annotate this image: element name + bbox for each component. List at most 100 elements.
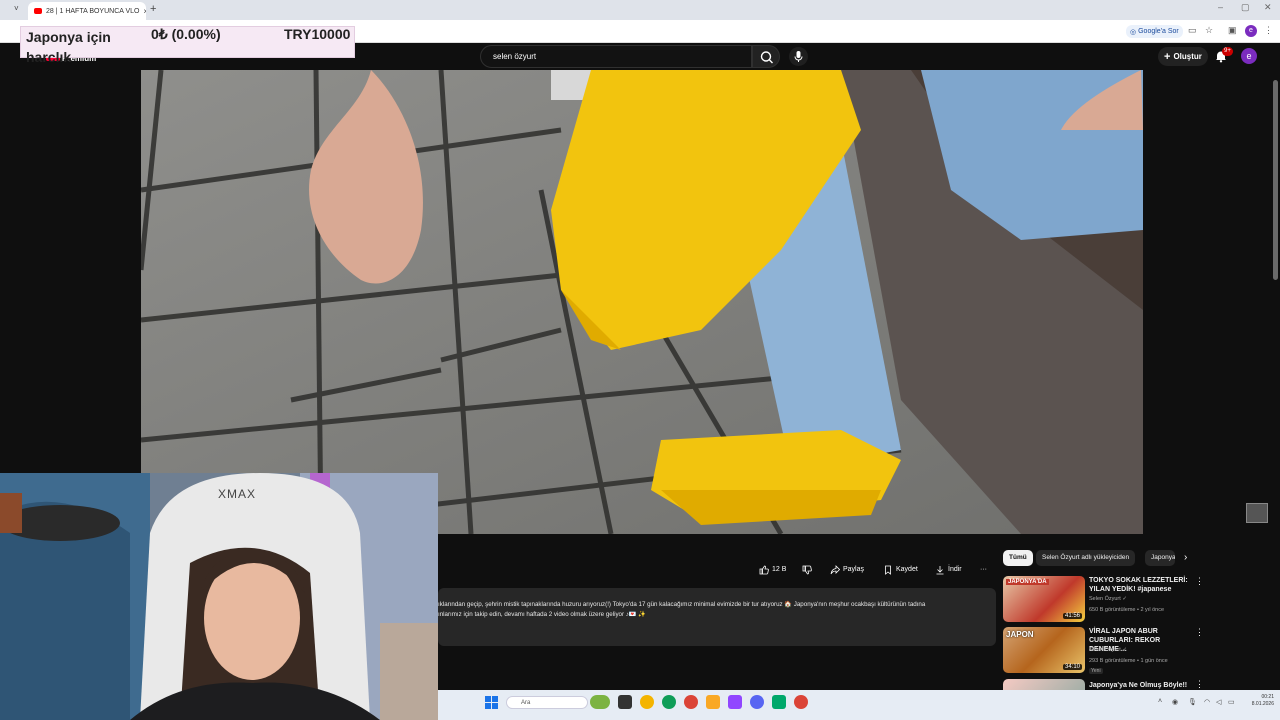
voice-search-button[interactable] — [789, 47, 808, 66]
twitch-icon[interactable] — [728, 695, 742, 709]
browser-tab[interactable]: 28 | 1 HAFTA BOYUNCA VLO × — [28, 2, 146, 20]
thumbs-up-icon — [759, 565, 769, 574]
browser-menu-icon[interactable]: ⋮ — [1264, 25, 1273, 36]
video-meta: 650 B görüntüleme • 2 yıl önce — [1089, 607, 1164, 613]
google-lens-button[interactable]: ◎ Google'a Sor — [1126, 25, 1183, 38]
chip-uploader[interactable]: Selen Özyurt adlı yükleyiciden — [1036, 550, 1136, 566]
extensions-icon[interactable]: ▣ — [1228, 25, 1237, 36]
ticker-change: 0₺ (0.00%) — [151, 26, 221, 42]
search-input[interactable] — [480, 45, 752, 68]
like-button[interactable]: 12 B — [759, 562, 786, 577]
tab-search-dropdown[interactable]: ˅ — [14, 4, 19, 13]
description-line: ıklarından geçip, şehrin mistik tapınakl… — [438, 601, 926, 608]
edge-icon[interactable] — [662, 695, 676, 709]
bookmark-star-icon[interactable]: ☆ — [1205, 25, 1213, 36]
discord-icon[interactable] — [750, 695, 764, 709]
create-button[interactable]: + Oluştur — [1158, 47, 1208, 66]
chip-all[interactable]: Tümü — [1003, 550, 1033, 566]
thumbs-down-icon — [802, 565, 812, 574]
video-description[interactable]: ıklarından geçip, şehrin mistik tapınakl… — [438, 588, 996, 646]
lens-label: Google'a Sor — [1138, 28, 1179, 35]
like-count: 12 B — [772, 566, 787, 573]
chips-next-arrow-icon[interactable]: › — [1184, 552, 1187, 563]
video-frame — [141, 70, 1143, 534]
youtube-favicon-icon — [34, 8, 42, 14]
search-button[interactable] — [752, 45, 780, 68]
minimize-button[interactable]: – — [1218, 2, 1223, 12]
file-explorer-icon[interactable] — [706, 695, 720, 709]
lens-icon: ◎ — [1130, 28, 1137, 36]
browser-tab-strip — [0, 0, 1280, 20]
video-thumbnail[interactable] — [1003, 679, 1085, 690]
video-title[interactable]: Japonya'ya Ne Olmuş Böyle!! — [1089, 681, 1189, 690]
browser-profile-avatar[interactable]: e — [1245, 25, 1257, 37]
video-player[interactable] — [141, 70, 1143, 534]
download-icon — [936, 565, 944, 574]
cast-icon[interactable]: ▭ — [1188, 25, 1197, 36]
chrome-icon[interactable] — [684, 695, 698, 709]
plus-icon: + — [1164, 50, 1171, 63]
video-menu-icon[interactable]: ⋮ — [1195, 576, 1204, 587]
chip-japan[interactable]: Japonya — [1145, 550, 1175, 566]
description-line: ınlarımız için takip edin, devamı haftad… — [438, 611, 647, 618]
video-duration: 34:10 — [1062, 664, 1082, 670]
clock-date: 8.01.2026 — [1251, 701, 1274, 707]
tray-mic-icon[interactable]: 🎙 — [1188, 698, 1197, 706]
ticker-name: Japonya için harclık — [26, 29, 111, 65]
share-icon — [830, 564, 840, 574]
taskbar-search[interactable]: Ara — [506, 696, 588, 709]
recommended-video[interactable]: JAPON 34:10 VİRAL JAPON ABUR CUBURLARI: … — [1003, 627, 1265, 675]
video-menu-icon[interactable]: ⋮ — [1195, 627, 1204, 638]
video-duration: 41:56 — [1062, 613, 1082, 619]
close-window-button[interactable]: ✕ — [1264, 2, 1272, 13]
bookmark-icon — [885, 565, 891, 575]
download-label: İndir — [948, 566, 962, 573]
video-thumbnail[interactable]: JAPONYA'DA 41:56 — [1003, 576, 1085, 622]
recommended-video[interactable]: JAPONYA'DA 41:56 TOKYO SOKAK LEZZETLERİ:… — [1003, 576, 1265, 624]
download-button[interactable]: İndir — [935, 562, 962, 577]
save-button[interactable]: Kaydet — [883, 562, 918, 577]
tab-close-icon[interactable]: × — [144, 7, 147, 16]
share-button[interactable]: Paylaş — [830, 562, 864, 577]
channel-name[interactable]: Selen Özyurt ✓ — [1089, 647, 1127, 653]
tray-overflow-icon[interactable]: ˄ — [1158, 698, 1162, 705]
video-thumbnail[interactable]: JAPON 34:10 — [1003, 627, 1085, 673]
notification-badge: 9+ — [1222, 47, 1233, 56]
share-label: Paylaş — [843, 566, 865, 573]
wifi-icon[interactable]: ◠ — [1204, 698, 1210, 706]
channel-watermark[interactable] — [1246, 503, 1268, 523]
channel-name[interactable]: Selen Özyurt ✓ — [1089, 596, 1127, 602]
clock-time: 00:21 — [1261, 694, 1274, 700]
new-badge: Yeni — [1089, 668, 1103, 674]
tray-app-icon[interactable]: ◉ — [1172, 698, 1178, 706]
save-label: Kaydet — [896, 566, 918, 573]
chrome-canary-icon[interactable] — [640, 695, 654, 709]
windows-start-icon[interactable] — [485, 696, 498, 709]
stock-ticker-overlay: Japonya için harclık 0₺ (0.00%) TRY10000 — [20, 26, 355, 65]
thumbnail-text: JAPON — [1006, 630, 1034, 639]
scrollbar-thumb[interactable] — [1273, 80, 1278, 280]
video-title[interactable]: TOKYO SOKAK LEZZETLERİ: YILAN YEDİK! #ja… — [1089, 576, 1189, 594]
video-menu-icon[interactable]: ⋮ — [1195, 679, 1204, 690]
chair-brand-logo: XMAX — [218, 487, 256, 501]
thumbnail-text: JAPONYA'DA — [1006, 579, 1049, 585]
new-tab-button[interactable]: + — [150, 3, 156, 15]
task-view-icon[interactable] — [618, 695, 632, 709]
webcam-overlay: XMAX — [0, 473, 438, 720]
account-avatar[interactable]: e — [1241, 48, 1257, 64]
taskbar-widget-icon[interactable] — [590, 695, 610, 709]
dislike-button[interactable] — [802, 562, 812, 577]
create-label: Oluştur — [1173, 52, 1202, 61]
chrome-profile-icon[interactable] — [794, 695, 808, 709]
search-icon — [760, 51, 773, 64]
more-actions-button[interactable]: ··· — [980, 562, 987, 577]
tab-title: 28 | 1 HAFTA BOYUNCA VLO — [46, 7, 140, 15]
volume-icon[interactable]: ◁ — [1216, 698, 1221, 706]
webcam-frame: XMAX — [0, 473, 438, 720]
battery-icon[interactable]: ▭ — [1228, 698, 1235, 706]
taskbar-clock[interactable]: 00:21 8.01.2026 — [1244, 694, 1274, 708]
recommended-video[interactable]: Japonya'ya Ne Olmuş Böyle!! ⋮ — [1003, 679, 1265, 690]
obs-icon[interactable] — [772, 695, 786, 709]
microphone-icon — [794, 51, 803, 62]
maximize-button[interactable]: ▢ — [1241, 2, 1250, 13]
